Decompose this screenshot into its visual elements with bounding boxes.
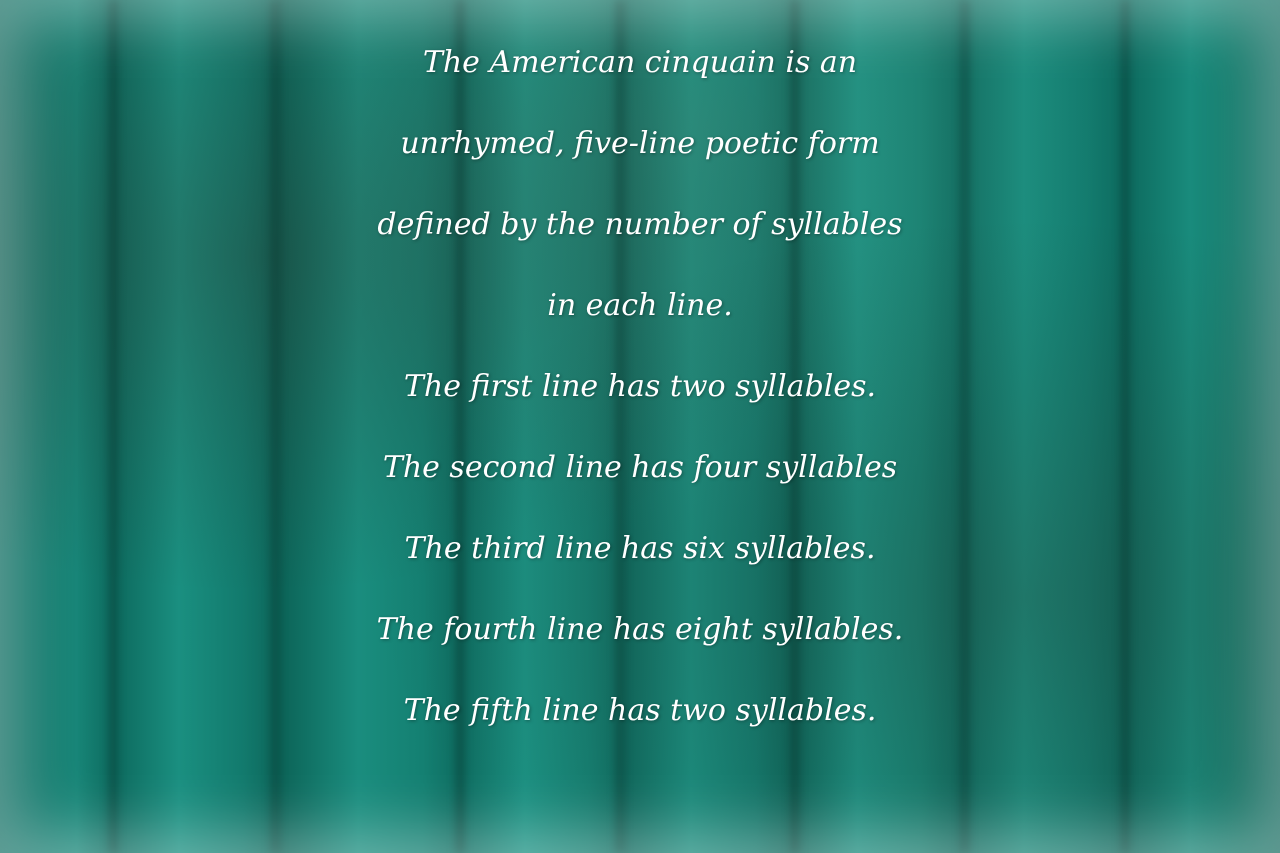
poem-line-7: The third line has six syllables. [404, 531, 876, 566]
teal-wood-background: The American cinquain is an unrhymed, fi… [0, 0, 1280, 853]
poem-line-2: unrhymed, five-line poetic form [400, 126, 880, 161]
poem-line-8: The fourth line has eight syllables. [376, 612, 904, 647]
poem-line-1: The American cinquain is an [422, 45, 858, 80]
poem-line-9: The fifth line has two syllables. [403, 693, 877, 728]
poem-line-3: defined by the number of syllables [377, 207, 903, 242]
poem-line-5: The first line has two syllables. [403, 369, 877, 404]
poem-line-6: The second line has four syllables [382, 450, 898, 485]
poem-line-4: in each line. [547, 288, 733, 323]
poem-text-block: The American cinquain is an unrhymed, fi… [0, 22, 1280, 751]
